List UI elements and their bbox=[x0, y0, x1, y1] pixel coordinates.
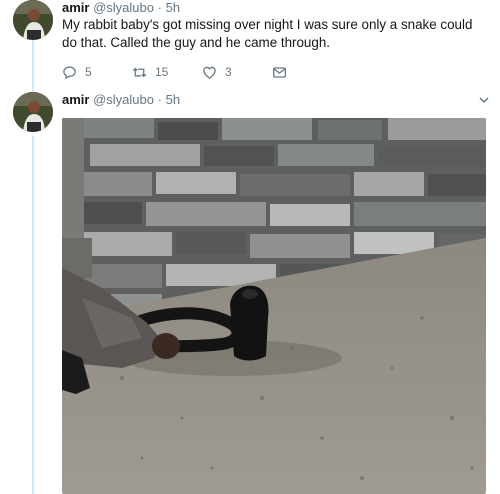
avatar[interactable] bbox=[13, 92, 53, 132]
like-button[interactable]: 3 bbox=[202, 65, 272, 80]
tweet: amir @slyalubo · 5h bbox=[62, 92, 490, 108]
tweet-header: amir @slyalubo · 5h bbox=[62, 92, 490, 108]
retweet-button[interactable]: 15 bbox=[132, 65, 202, 80]
like-count: 3 bbox=[225, 65, 232, 79]
timestamp[interactable]: 5h bbox=[166, 92, 180, 107]
avatar[interactable] bbox=[13, 0, 53, 40]
tweet-header: amir @slyalubo · 5h bbox=[62, 0, 490, 16]
separator-dot: · bbox=[157, 0, 162, 15]
tweet-actions: 5 15 3 bbox=[62, 64, 490, 80]
reply-button[interactable]: 5 bbox=[62, 65, 132, 80]
author-handle[interactable]: @slyalubo bbox=[93, 0, 154, 15]
tweet-media-photo[interactable] bbox=[62, 118, 486, 494]
separator-dot: · bbox=[157, 92, 162, 107]
author-name[interactable]: amir bbox=[62, 0, 89, 15]
reply-count: 5 bbox=[85, 65, 92, 79]
reply-icon bbox=[63, 65, 76, 79]
direct-message-button[interactable] bbox=[272, 65, 295, 80]
chevron-down-icon[interactable] bbox=[478, 94, 490, 106]
retweet-icon bbox=[132, 67, 147, 77]
thread-line bbox=[32, 136, 34, 494]
tweet: amir @slyalubo · 5h My rabbit baby's got… bbox=[62, 0, 490, 80]
thread-line bbox=[32, 40, 34, 96]
author-handle[interactable]: @slyalubo bbox=[93, 92, 154, 107]
message-icon bbox=[273, 66, 286, 78]
retweet-count: 15 bbox=[155, 65, 169, 79]
timestamp[interactable]: 5h bbox=[166, 0, 180, 15]
tweet-text: My rabbit baby's got missing over night … bbox=[62, 17, 473, 50]
author-name[interactable]: amir bbox=[62, 92, 89, 107]
like-icon bbox=[203, 66, 216, 79]
